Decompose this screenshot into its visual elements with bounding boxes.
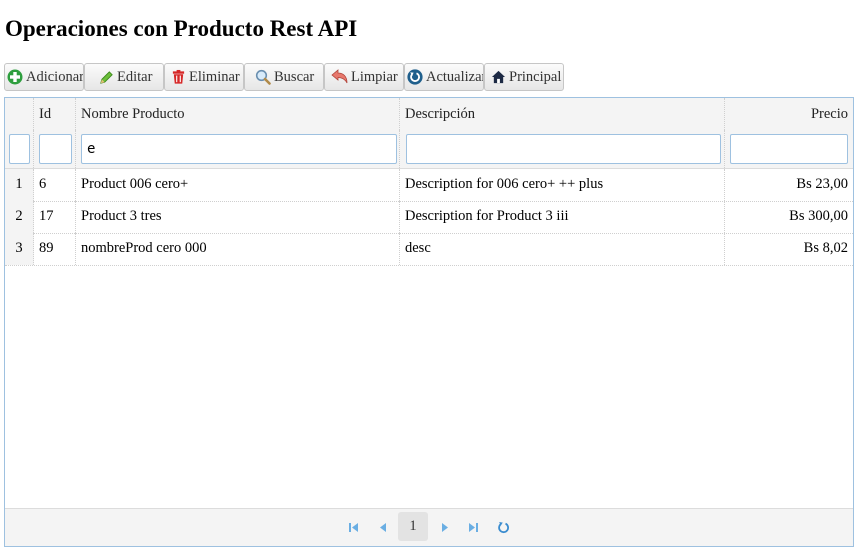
plus-circle-icon (7, 69, 23, 85)
page-title: Operaciones con Producto Rest API (5, 16, 358, 41)
pager: 1 (5, 508, 853, 546)
delete-label: Eliminar (189, 68, 240, 85)
cell-id: 17 (34, 201, 76, 233)
cell-price: Bs 300,00 (789, 208, 848, 224)
cell-description: desc (400, 233, 725, 265)
row-number: 3 (5, 233, 34, 265)
home-label: Principal (509, 68, 562, 85)
header-price[interactable]: Precio (725, 98, 853, 130)
cell-description: Description for Product 3 iii (400, 201, 725, 233)
cell-name: Product 006 cero+ (76, 169, 400, 201)
pencil-icon (100, 70, 113, 84)
delete-button[interactable]: Eliminar (164, 63, 244, 91)
filter-rownum (9, 134, 30, 164)
filter-price-input[interactable] (730, 134, 848, 164)
reload-icon[interactable] (497, 521, 510, 534)
undo-arrow-icon (331, 69, 348, 84)
next-page-icon[interactable] (440, 522, 450, 533)
header-id[interactable]: Id (34, 98, 76, 130)
edit-button[interactable]: Editar (84, 63, 164, 91)
header-description[interactable]: Descripción (400, 98, 725, 130)
refresh-label: Actualizar (426, 68, 484, 85)
filter-divider (399, 130, 400, 168)
row-number: 1 (5, 169, 34, 201)
filter-divider (75, 130, 76, 168)
header-rownum (5, 98, 34, 130)
cell-id: 6 (34, 169, 76, 201)
cell-description: Description for 006 cero+ ++ plus (400, 169, 725, 201)
prev-page-icon[interactable] (378, 522, 388, 533)
filter-description-input[interactable] (406, 134, 721, 164)
cell-name: nombreProd cero 000 (76, 233, 400, 265)
header-name[interactable]: Nombre Producto (76, 98, 400, 130)
last-page-icon[interactable] (468, 522, 479, 533)
filter-id-input[interactable] (39, 134, 72, 164)
cell-name: Product 3 tres (76, 201, 400, 233)
home-button[interactable]: Principal (484, 63, 564, 91)
filter-name-input[interactable]: e (81, 134, 397, 164)
magnifier-icon (255, 69, 271, 85)
cell-price: Bs 23,00 (796, 176, 848, 192)
home-icon (491, 70, 506, 84)
clear-label: Limpiar (351, 68, 398, 85)
first-page-icon[interactable] (348, 522, 359, 533)
filter-divider (33, 130, 34, 168)
search-label: Buscar (274, 68, 315, 85)
clear-button[interactable]: Limpiar (324, 63, 404, 91)
table-row[interactable]: 2 17 Product 3 tres Description for Prod… (5, 201, 853, 234)
refresh-button[interactable]: Actualizar (404, 63, 484, 91)
grid-header: Id Nombre Producto Descripción Precio e (5, 98, 853, 169)
add-label: Adicionar (26, 68, 84, 85)
cell-price: Bs 8,02 (803, 240, 848, 256)
search-button[interactable]: Buscar (244, 63, 324, 91)
refresh-icon (407, 69, 423, 85)
edit-label: Editar (117, 68, 153, 85)
table-row[interactable]: 1 6 Product 006 cero+ Description for 00… (5, 169, 853, 202)
add-button[interactable]: Adicionar (4, 63, 84, 91)
row-number: 2 (5, 201, 34, 233)
filter-divider (724, 130, 725, 168)
table-row[interactable]: 3 89 nombreProd cero 000 desc Bs 8,02 (5, 233, 853, 266)
cell-id: 89 (34, 233, 76, 265)
products-grid: Id Nombre Producto Descripción Precio e … (4, 97, 854, 547)
trash-icon (172, 69, 185, 84)
current-page[interactable]: 1 (398, 512, 428, 541)
